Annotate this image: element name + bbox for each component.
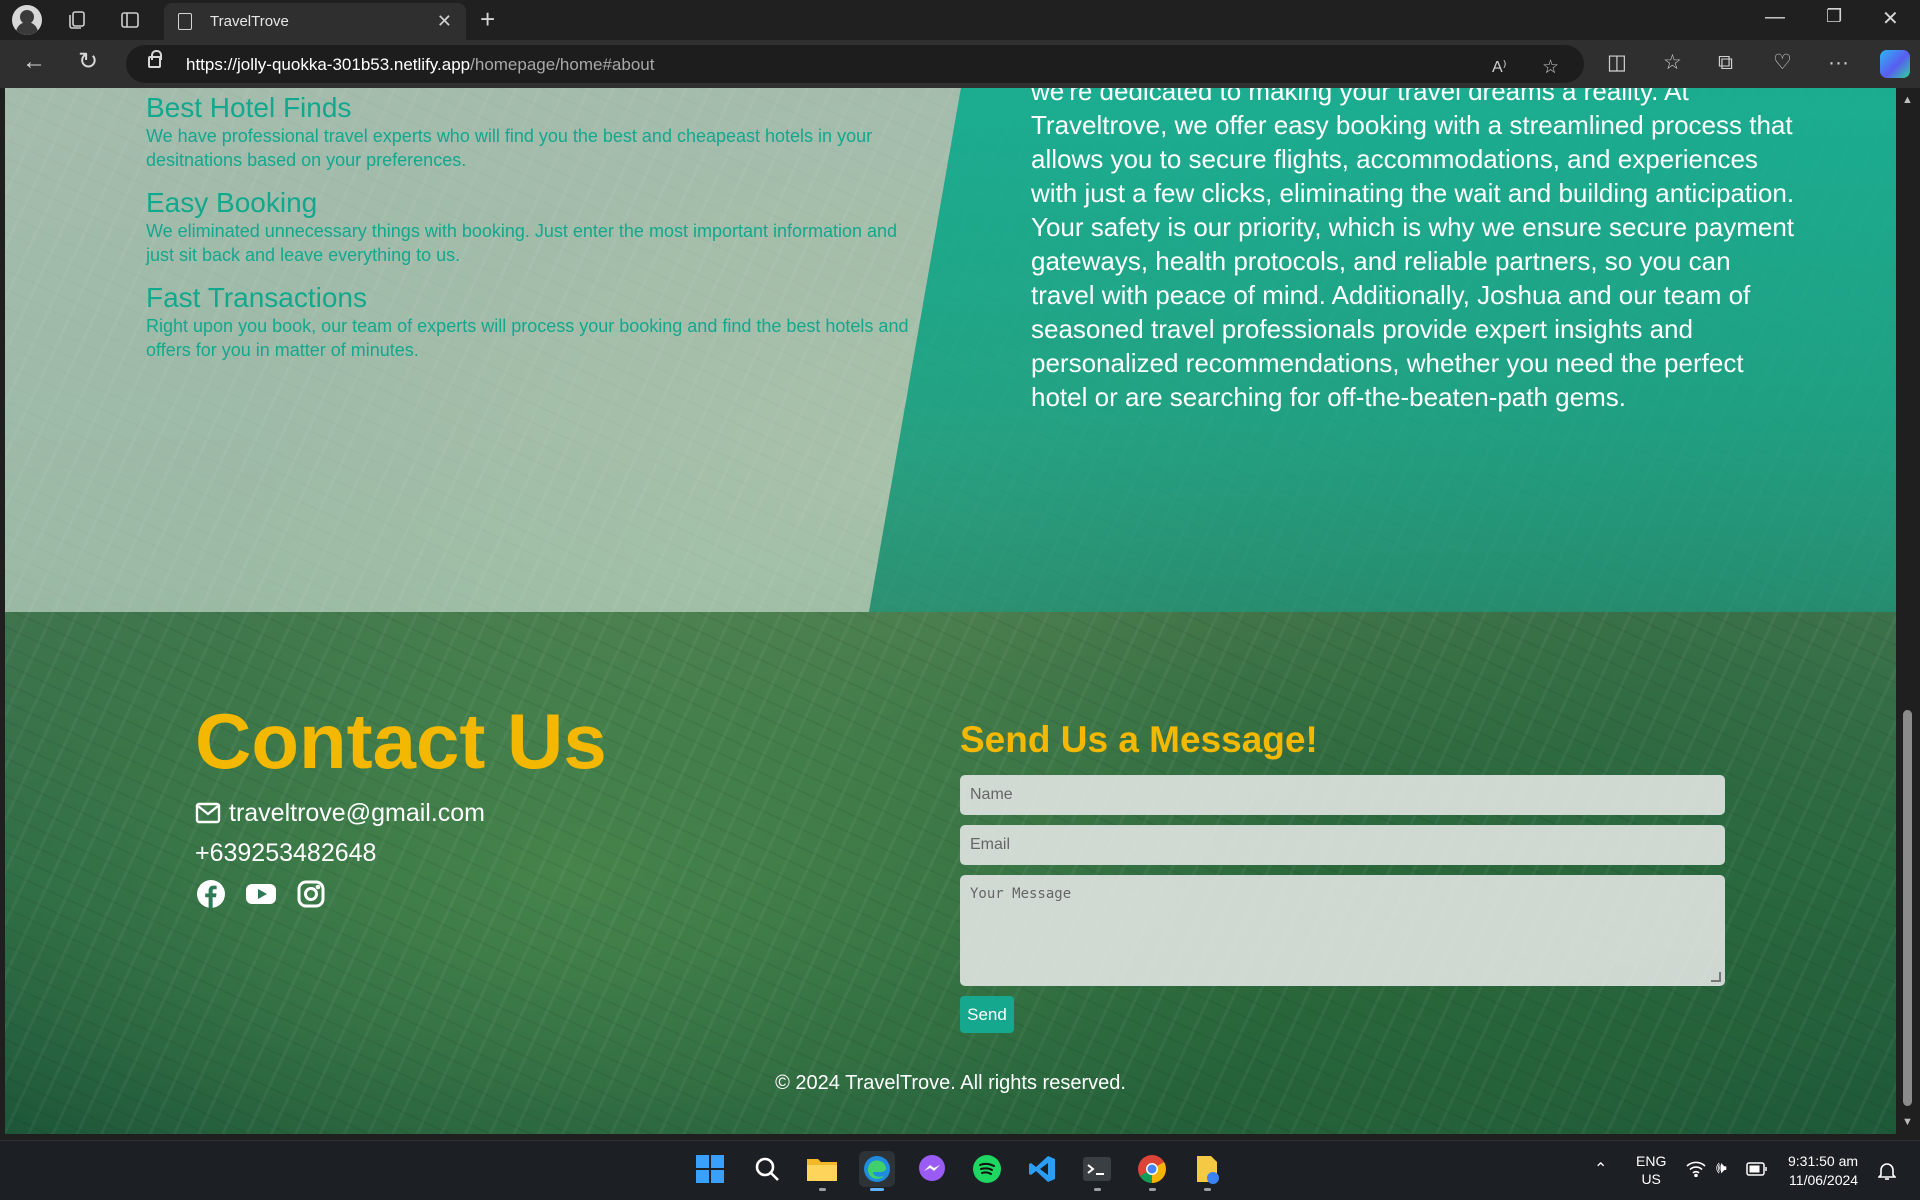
- send-button[interactable]: Send: [960, 996, 1014, 1033]
- feature-title: Best Hotel Finds: [146, 92, 352, 123]
- name-input[interactable]: Name: [960, 775, 1725, 815]
- collections-icon[interactable]: ⧉: [1718, 52, 1733, 73]
- browser-essentials-icon[interactable]: ♡: [1773, 52, 1792, 73]
- email-input[interactable]: Email: [960, 825, 1725, 865]
- message-textarea[interactable]: Your Message: [960, 875, 1725, 986]
- footer-copyright: © 2024 TravelTrove. All rights reserved.: [775, 1072, 1126, 1094]
- restore-icon[interactable]: ❐: [1826, 6, 1842, 27]
- close-tab-icon[interactable]: ✕: [437, 11, 452, 32]
- sticky-notes-icon[interactable]: [1189, 1151, 1225, 1191]
- scroll-down-arrow-icon[interactable]: ▼: [1902, 1116, 1913, 1128]
- profile-avatar[interactable]: [12, 5, 42, 35]
- feature-easy-booking: Easy Booking We eliminated unnecessary t…: [146, 187, 916, 267]
- running-indicator: [1094, 1188, 1101, 1191]
- url-path: /homepage/home#about: [470, 55, 655, 74]
- feature-text: We eliminated unnecessary things with bo…: [146, 221, 898, 265]
- about-section: Best Hotel Finds We have professional tr…: [5, 88, 1896, 612]
- scroll-up-arrow-icon[interactable]: ▲: [1902, 94, 1913, 106]
- vscode-icon[interactable]: [1024, 1151, 1060, 1187]
- notification-bell-icon[interactable]: [1878, 1161, 1896, 1181]
- tab-title: TravelTrove: [210, 13, 289, 30]
- terminal-icon[interactable]: [1079, 1151, 1115, 1191]
- feature-text: Right upon you book, our team of experts…: [146, 316, 909, 360]
- youtube-icon[interactable]: [245, 878, 277, 910]
- workspaces-icon[interactable]: [66, 9, 88, 31]
- contact-email-text: traveltrove@gmail.com: [229, 799, 486, 827]
- feature-title: Fast Transactions: [146, 282, 367, 313]
- new-tab-icon[interactable]: +: [480, 6, 495, 32]
- file-explorer-icon[interactable]: [804, 1151, 840, 1191]
- url-host: https://jolly-quokka-301b53.netlify.app: [186, 55, 471, 74]
- clock-date: 11/06/2024: [1789, 1172, 1859, 1188]
- battery-icon[interactable]: [1746, 1162, 1768, 1176]
- back-icon[interactable]: ←: [22, 50, 46, 74]
- refresh-icon[interactable]: ↻: [78, 50, 98, 74]
- browser-tab[interactable]: TravelTrove ✕: [164, 3, 466, 40]
- page-icon: [178, 13, 192, 30]
- form-title: Send Us a Message!: [960, 719, 1318, 760]
- messenger-icon[interactable]: [914, 1151, 950, 1187]
- lock-icon[interactable]: [148, 50, 162, 68]
- contact-title: Contact Us: [195, 697, 607, 785]
- clock-time: 9:31:50 am: [1788, 1153, 1859, 1169]
- favorites-icon[interactable]: ☆: [1663, 52, 1682, 73]
- edge-icon[interactable]: [859, 1151, 895, 1191]
- running-indicator: [819, 1188, 826, 1191]
- social-links: [195, 878, 327, 910]
- region-code: US: [1641, 1171, 1661, 1187]
- page-scrollbar[interactable]: ▲ ▼: [1896, 88, 1920, 1134]
- wifi-icon[interactable]: [1686, 1161, 1706, 1177]
- email-placeholder: Email: [970, 836, 1011, 853]
- search-icon[interactable]: [749, 1151, 785, 1187]
- contact-section: Contact Us traveltrove@gmail.com +639253…: [5, 612, 1896, 1134]
- contact-email[interactable]: traveltrove@gmail.com: [195, 798, 485, 828]
- facebook-icon[interactable]: [195, 878, 227, 910]
- feature-best-hotel-finds: Best Hotel Finds We have professional tr…: [146, 92, 916, 172]
- volume-icon[interactable]: 🕪: [1716, 1158, 1727, 1178]
- envelope-icon: [195, 802, 221, 824]
- message-placeholder: Your Message: [970, 886, 1072, 902]
- spotify-icon[interactable]: [969, 1151, 1005, 1187]
- feature-title: Easy Booking: [146, 187, 318, 218]
- feature-fast-transactions: Fast Transactions Right upon you book, o…: [146, 282, 916, 362]
- language-code: ENG: [1636, 1153, 1667, 1169]
- start-windows-icon[interactable]: [692, 1151, 728, 1187]
- name-placeholder: Name: [970, 786, 1013, 803]
- active-indicator: [870, 1188, 884, 1191]
- more-options-icon[interactable]: ···: [1828, 52, 1849, 73]
- read-aloud-icon[interactable]: A⁾: [1492, 58, 1507, 77]
- favorite-star-icon[interactable]: ☆: [1542, 58, 1559, 77]
- running-indicator: [1204, 1188, 1211, 1191]
- browser-titlebar: TravelTrove ✕ + — ❐ ✕: [0, 0, 1920, 40]
- copilot-icon[interactable]: [1880, 50, 1910, 78]
- taskbar: ⌃ ENG US 🕪 9:31:50 am 11/06/2024: [0, 1140, 1920, 1200]
- about-paragraph: we're dedicated to making your travel dr…: [1031, 88, 1795, 412]
- split-screen-icon[interactable]: ◫: [1607, 52, 1627, 73]
- show-hidden-icons-chevron-icon[interactable]: ⌃: [1594, 1159, 1607, 1179]
- minimize-icon[interactable]: —: [1765, 6, 1785, 29]
- scroll-thumb[interactable]: [1903, 710, 1912, 1106]
- page-viewport: Best Hotel Finds We have professional tr…: [5, 88, 1896, 1134]
- tab-actions-icon[interactable]: [119, 9, 141, 31]
- close-window-icon[interactable]: ✕: [1882, 6, 1899, 31]
- language-indicator[interactable]: ENG US: [1636, 1152, 1666, 1188]
- address-bar[interactable]: https://jolly-quokka-301b53.netlify.app/…: [126, 45, 1584, 83]
- chrome-icon[interactable]: [1134, 1151, 1170, 1191]
- instagram-icon[interactable]: [295, 878, 327, 910]
- clock[interactable]: 9:31:50 am 11/06/2024: [1788, 1152, 1858, 1190]
- browser-toolbar: ← ↻ https://jolly-quokka-301b53.netlify.…: [0, 40, 1920, 88]
- contact-phone: +639253482648: [195, 839, 377, 867]
- url-text[interactable]: https://jolly-quokka-301b53.netlify.app/…: [186, 55, 654, 75]
- running-indicator: [1149, 1188, 1156, 1191]
- feature-text: We have professional travel experts who …: [146, 126, 873, 170]
